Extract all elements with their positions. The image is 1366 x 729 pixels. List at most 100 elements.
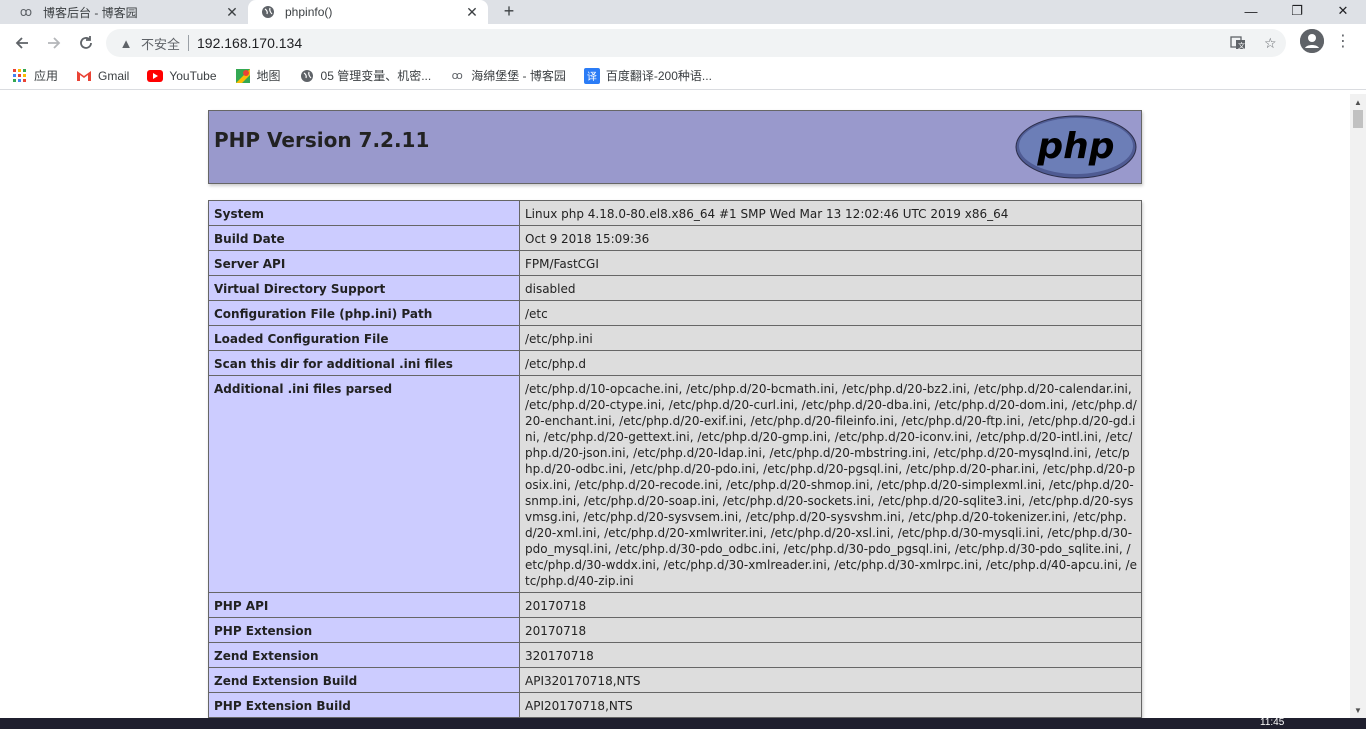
tab-phpinfo[interactable]: phpinfo() ✕ bbox=[248, 0, 488, 24]
table-row: PHP Extension 20170718 bbox=[208, 617, 1142, 643]
warning-icon[interactable]: ▲ bbox=[119, 36, 133, 51]
tab-cnblogs-admin[interactable]: ꝏ 博客后台 - 博客园 ✕ bbox=[0, 0, 248, 24]
row-label: PHP API bbox=[208, 592, 520, 618]
cnblogs-icon: ꝏ bbox=[451, 70, 463, 82]
new-tab-button[interactable]: + bbox=[498, 0, 520, 22]
globe-icon bbox=[260, 4, 276, 20]
forward-button[interactable] bbox=[40, 29, 68, 57]
row-label: PHP Extension Build bbox=[208, 692, 520, 718]
row-value: 20170718 bbox=[519, 592, 1142, 618]
bookmark-star-icon[interactable]: ☆ bbox=[1264, 29, 1277, 57]
row-label: Loaded Configuration File bbox=[208, 325, 520, 351]
row-value: Oct 9 2018 15:09:36 bbox=[519, 225, 1142, 251]
tab-strip: ꝏ 博客后台 - 博客园 ✕ phpinfo() ✕ + — ❐ ✕ bbox=[0, 0, 1366, 24]
row-value: API20170718,NTS bbox=[519, 692, 1142, 718]
bookmark-label: YouTube bbox=[169, 68, 217, 83]
table-row: Virtual Directory Support disabled bbox=[208, 275, 1142, 301]
baidu-translate-icon: 译 bbox=[583, 67, 600, 84]
table-row: Build Date Oct 9 2018 15:09:36 bbox=[208, 225, 1142, 251]
gmail-icon bbox=[76, 68, 92, 84]
row-value: API320170718,NTS bbox=[519, 667, 1142, 693]
reload-button[interactable] bbox=[72, 29, 100, 57]
table-row: Zend Extension Build API320170718,NTS bbox=[208, 667, 1142, 693]
php-info-table: System Linux php 4.18.0-80.el8.x86_64 #1 … bbox=[208, 200, 1142, 718]
globe-icon bbox=[299, 68, 315, 84]
bookmark-cnblogs[interactable]: ꝏ 海绵堡堡 - 博客园 bbox=[449, 67, 566, 84]
taskbar-clock: 11:45 bbox=[1260, 717, 1285, 728]
bookmark-label: Gmail bbox=[98, 68, 130, 83]
row-label: System bbox=[208, 200, 520, 226]
bookmark-label: 百度翻译-200种语... bbox=[605, 69, 712, 83]
row-label: Zend Extension Build bbox=[208, 667, 520, 693]
translate-icon[interactable]: 文 bbox=[1230, 29, 1246, 57]
maps-icon bbox=[235, 68, 251, 84]
page-scrollbar[interactable]: ▲ ▼ bbox=[1350, 94, 1366, 718]
url-text[interactable]: 192.168.170.134 bbox=[197, 35, 302, 51]
bookmark-label: 海绵堡堡 - 博客园 bbox=[471, 69, 566, 83]
scroll-thumb[interactable] bbox=[1353, 110, 1363, 128]
row-value: /etc bbox=[519, 300, 1142, 326]
row-value: 20170718 bbox=[519, 617, 1142, 643]
restore-button[interactable]: ❐ bbox=[1274, 0, 1320, 22]
php-logo-text: php bbox=[1036, 126, 1114, 167]
table-row: Scan this dir for additional .ini files /… bbox=[208, 350, 1142, 376]
bookmark-label: 地图 bbox=[256, 69, 281, 83]
bookmark-label: 应用 bbox=[34, 69, 59, 83]
row-label: Scan this dir for additional .ini files bbox=[208, 350, 520, 376]
table-row: Zend Extension 320170718 bbox=[208, 642, 1142, 668]
scroll-down-arrow-icon[interactable]: ▼ bbox=[1354, 706, 1362, 715]
cnblogs-icon: ꝏ bbox=[19, 5, 33, 19]
row-value: /etc/php.d/10-opcache.ini, /etc/php.d/20… bbox=[519, 375, 1142, 593]
youtube-icon bbox=[147, 68, 164, 84]
table-row: PHP Extension Build API20170718,NTS bbox=[208, 692, 1142, 718]
apps-grid-icon bbox=[12, 68, 28, 84]
insecure-label[interactable]: 不安全 bbox=[141, 34, 180, 53]
table-row: PHP API 20170718 bbox=[208, 592, 1142, 618]
scroll-up-arrow-icon[interactable]: ▲ bbox=[1354, 98, 1362, 107]
minimize-button[interactable]: — bbox=[1228, 0, 1274, 22]
window-close-button[interactable]: ✕ bbox=[1320, 0, 1366, 22]
back-button[interactable] bbox=[8, 29, 36, 57]
profile-avatar-icon[interactable] bbox=[1300, 29, 1324, 53]
table-row: Server API FPM/FastCGI bbox=[208, 250, 1142, 276]
row-value: /etc/php.d bbox=[519, 350, 1142, 376]
browser-toolbar: ▲ 不安全 192.168.170.134 文 ☆ ⋮ bbox=[0, 24, 1366, 62]
php-version-header: PHP Version 7.2.11 php bbox=[208, 110, 1142, 184]
tab-title: 博客后台 - 博客园 bbox=[43, 5, 138, 20]
table-row: System Linux php 4.18.0-80.el8.x86_64 #1 … bbox=[208, 200, 1142, 226]
tab-title: phpinfo() bbox=[285, 5, 333, 19]
close-icon[interactable]: ✕ bbox=[224, 4, 240, 20]
page-title: PHP Version 7.2.11 bbox=[214, 128, 430, 152]
bookmark-gmail[interactable]: Gmail bbox=[76, 68, 129, 84]
row-value: 320170718 bbox=[519, 642, 1142, 668]
page-viewport: PHP Version 7.2.11 php System Linux php 4… bbox=[0, 94, 1350, 718]
row-label: Virtual Directory Support bbox=[208, 275, 520, 301]
table-row: Loaded Configuration File/etc/php.ini bbox=[208, 325, 1142, 351]
bookmark-label: 05 管理变量、机密... bbox=[320, 69, 432, 83]
row-value: disabled bbox=[519, 275, 1142, 301]
bookmark-baidu-translate[interactable]: 译 百度翻译-200种语... bbox=[583, 67, 712, 84]
row-label: Zend Extension bbox=[208, 642, 520, 668]
close-icon[interactable]: ✕ bbox=[464, 4, 480, 20]
menu-kebab-icon[interactable]: ⋮ bbox=[1335, 29, 1351, 53]
divider bbox=[188, 35, 190, 51]
row-label: Additional .ini files parsed bbox=[208, 375, 520, 593]
bookmark-manage-vars[interactable]: 05 管理变量、机密... bbox=[299, 67, 432, 84]
row-value: /etc/php.ini bbox=[519, 325, 1142, 351]
table-row: Additional .ini files parsed/etc/php.d/1… bbox=[208, 375, 1142, 593]
row-label: Server API bbox=[208, 250, 520, 276]
row-label: PHP Extension bbox=[208, 617, 520, 643]
bookmark-apps[interactable]: 应用 bbox=[12, 67, 58, 84]
os-taskbar: 11:45 bbox=[0, 718, 1366, 729]
php-logo: php bbox=[1015, 115, 1137, 179]
row-value: Linux php 4.18.0-80.el8.x86_64 #1 SMP We… bbox=[519, 200, 1142, 226]
bookmarks-bar: 应用 Gmail YouTube 地图 05 管理变量、机密... ꝏ 海绵堡堡… bbox=[0, 62, 1366, 90]
bookmark-youtube[interactable]: YouTube bbox=[147, 68, 217, 84]
svg-text:文: 文 bbox=[1238, 41, 1245, 50]
row-label: Configuration File (php.ini) Path bbox=[208, 300, 520, 326]
address-bar[interactable]: ▲ 不安全 192.168.170.134 文 ☆ bbox=[106, 29, 1286, 57]
table-row: Configuration File (php.ini) Path/etc bbox=[208, 300, 1142, 326]
row-value: FPM/FastCGI bbox=[519, 250, 1142, 276]
bookmark-maps[interactable]: 地图 bbox=[235, 67, 281, 84]
row-label: Build Date bbox=[208, 225, 520, 251]
